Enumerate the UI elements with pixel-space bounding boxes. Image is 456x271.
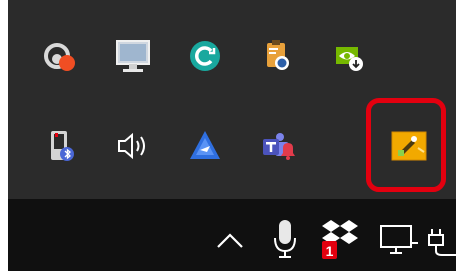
chevron-up-icon[interactable] — [210, 221, 250, 261]
vpn-triangle-icon[interactable] — [169, 110, 241, 182]
badge-count: 1 — [326, 243, 334, 259]
clipboard-security-icon[interactable] — [241, 20, 313, 92]
taskbar: 1 — [8, 199, 456, 271]
dropbox-notification-icon[interactable]: 1 — [318, 214, 362, 264]
cloud-sync-icon[interactable] — [25, 20, 97, 92]
nvidia-download-icon[interactable] — [313, 20, 385, 92]
network-monitor-icon[interactable] — [376, 221, 420, 261]
screen: 1 — [0, 0, 456, 271]
highlight-box — [366, 98, 446, 192]
monitor-display-icon[interactable] — [97, 20, 169, 92]
bluetooth-device-icon[interactable] — [25, 110, 97, 182]
circular-arrow-app-icon[interactable] — [169, 20, 241, 92]
volume-speaker-icon[interactable] — [97, 110, 169, 182]
power-plug-icon[interactable] — [426, 221, 456, 261]
teams-notification-icon[interactable] — [241, 110, 313, 182]
microphone-icon[interactable] — [268, 214, 302, 264]
